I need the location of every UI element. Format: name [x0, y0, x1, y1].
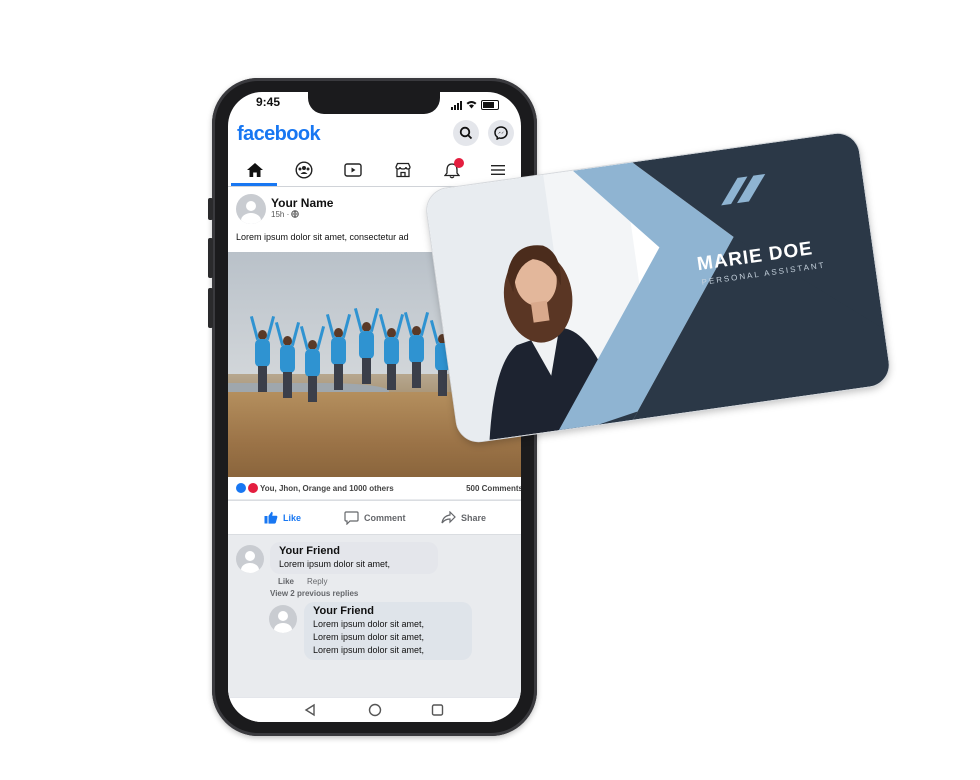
android-nav-bar — [228, 697, 521, 722]
like-reaction-icon — [236, 483, 246, 493]
share-button[interactable]: Share — [441, 501, 486, 534]
recents-square-icon — [431, 704, 444, 716]
avatar[interactable] — [236, 194, 266, 224]
tab-groups[interactable] — [279, 154, 328, 186]
notification-badge — [454, 158, 464, 168]
recents-button[interactable] — [431, 703, 444, 722]
notch — [308, 92, 440, 114]
love-reaction-icon — [248, 483, 258, 493]
comment-like-link[interactable]: Like — [278, 577, 294, 586]
tab-home[interactable] — [230, 154, 279, 186]
watch-icon — [343, 163, 362, 177]
comment-reply-link[interactable]: Reply — [307, 577, 327, 586]
thumbs-up-icon — [264, 511, 278, 524]
messenger-button[interactable] — [488, 120, 514, 146]
post-actions: Like Comment Share — [228, 500, 521, 535]
tab-notifications[interactable] — [427, 154, 476, 186]
home-icon — [246, 163, 263, 177]
comment-bubble: Your Friend Lorem ipsum dolor sit amet, — [270, 542, 438, 574]
reply-text-line: Lorem ipsum dolor sit amet, — [313, 645, 425, 655]
reactions-summary[interactable]: You, Jhon, Orange and 1000 others — [260, 484, 394, 493]
marketplace-icon — [394, 162, 411, 178]
post-author[interactable]: Your Name — [271, 196, 333, 210]
signal-icon — [451, 100, 462, 110]
comments-count[interactable]: 500 Comments — [466, 484, 521, 493]
volume-button — [208, 238, 213, 278]
like-label: Like — [283, 512, 302, 523]
view-previous-replies[interactable]: View 2 previous replies — [270, 589, 358, 598]
reply-bubble: Your Friend Lorem ipsum dolor sit amet, … — [304, 602, 472, 660]
main-nav — [228, 154, 521, 187]
menu-icon — [490, 165, 505, 175]
search-button[interactable] — [453, 120, 479, 146]
groups-icon — [294, 161, 313, 179]
reply-author[interactable]: Your Friend — [313, 605, 374, 617]
comment-button[interactable]: Comment — [344, 501, 406, 534]
reply-text-line: Lorem ipsum dolor sit amet, — [313, 632, 425, 642]
home-circle-icon — [368, 703, 382, 717]
messenger-icon — [494, 126, 508, 140]
reply-text-line: Lorem ipsum dolor sit amet, — [313, 619, 425, 629]
post-time-text: 15h · — [271, 210, 290, 219]
share-label: Share — [461, 512, 487, 523]
globe-icon — [291, 210, 300, 218]
share-icon — [441, 511, 456, 524]
comment-icon — [344, 510, 359, 525]
back-triangle-icon — [304, 703, 315, 717]
status-icons — [451, 96, 499, 114]
avatar[interactable] — [269, 605, 297, 633]
tab-watch[interactable] — [328, 154, 377, 186]
back-button[interactable] — [304, 703, 316, 722]
volume-button — [208, 198, 213, 220]
comment-label: Comment — [364, 512, 406, 523]
avatar[interactable] — [236, 545, 264, 573]
status-time: 9:45 — [256, 95, 281, 109]
tab-marketplace[interactable] — [378, 154, 427, 186]
like-button[interactable]: Like — [264, 501, 301, 534]
reactions-bar[interactable]: You, Jhon, Orange and 1000 others 500 Co… — [228, 477, 521, 499]
battery-icon — [481, 100, 499, 110]
active-tab-indicator — [231, 183, 277, 186]
comment-author[interactable]: Your Friend — [279, 545, 340, 557]
home-nav-button[interactable] — [368, 703, 382, 722]
search-icon — [459, 126, 473, 140]
post-timestamp: 15h · — [271, 210, 300, 219]
facebook-logo[interactable]: facebook — [237, 123, 321, 146]
post-text: Lorem ipsum dolor sit amet, consectetur … — [236, 232, 409, 242]
wifi-icon — [466, 96, 477, 114]
comment-text: Lorem ipsum dolor sit amet, — [279, 559, 391, 569]
volume-button — [208, 288, 213, 328]
